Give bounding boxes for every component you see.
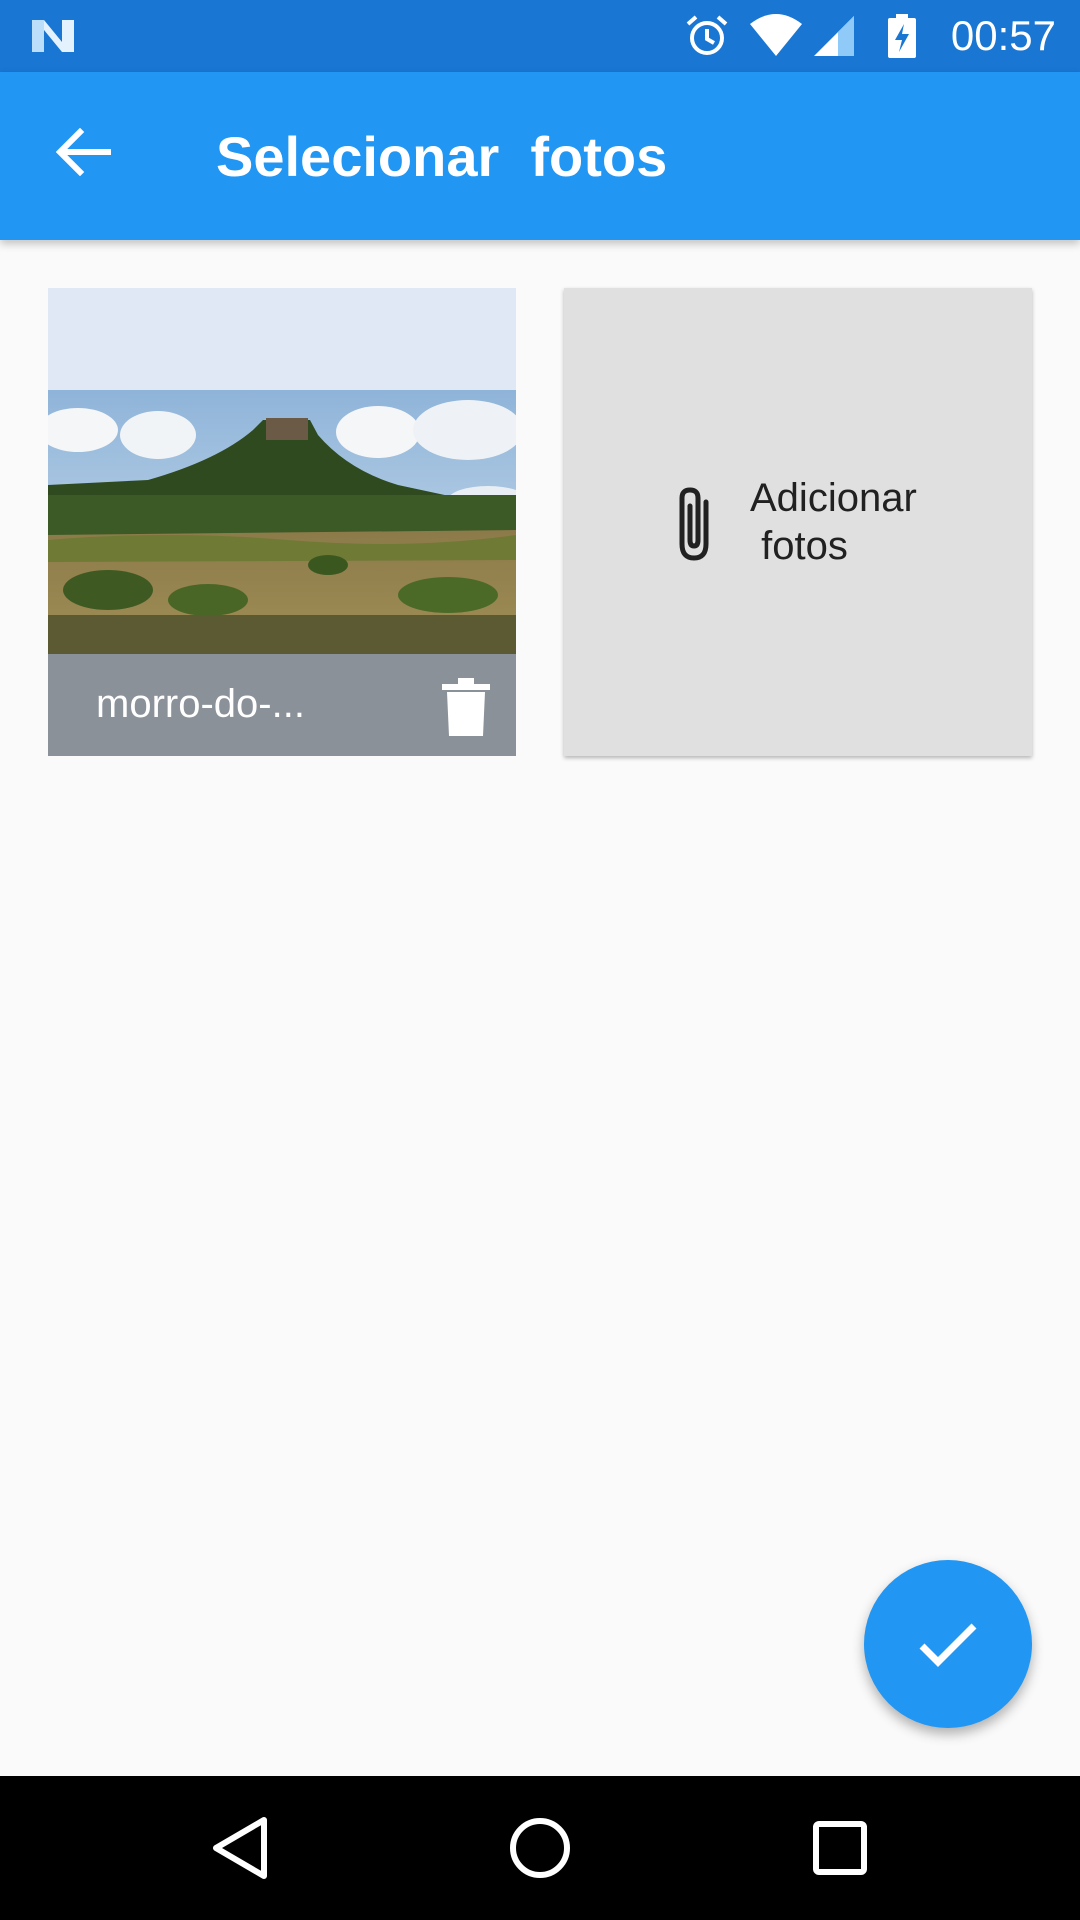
photo-filename: morro-do-... xyxy=(96,682,305,726)
status-time: 00:57 xyxy=(950,12,1056,59)
photo-tile[interactable]: morro-do-... xyxy=(48,288,516,756)
wifi-icon xyxy=(750,14,802,56)
page-title: Selecionar fotos xyxy=(216,125,668,188)
check-icon xyxy=(919,1623,977,1667)
confirm-fab[interactable] xyxy=(864,1560,1032,1728)
add-photos-button[interactable]: Adicionar fotos xyxy=(564,288,1032,756)
add-photos-label: Adicionar fotos xyxy=(750,476,917,568)
home-circle-icon[interactable] xyxy=(504,1812,576,1884)
app-bar: Selecionar fotos xyxy=(0,72,1080,240)
back-triangle-icon[interactable] xyxy=(204,1812,276,1884)
photo-thumbnail xyxy=(48,390,516,654)
paperclip-icon xyxy=(679,487,709,561)
recents-square-icon[interactable] xyxy=(804,1812,876,1884)
battery-charging-icon xyxy=(888,14,916,58)
trash-icon[interactable] xyxy=(438,678,494,738)
n-logo-icon xyxy=(32,20,74,52)
signal-icon xyxy=(814,16,854,56)
photo-caption-bar: morro-do-... xyxy=(48,654,516,756)
alarm-icon xyxy=(686,15,728,55)
system-nav-bar xyxy=(0,1776,1080,1920)
status-bar: 00:57 xyxy=(0,0,1080,72)
arrow-back-icon xyxy=(56,128,111,176)
back-button[interactable] xyxy=(44,112,124,192)
